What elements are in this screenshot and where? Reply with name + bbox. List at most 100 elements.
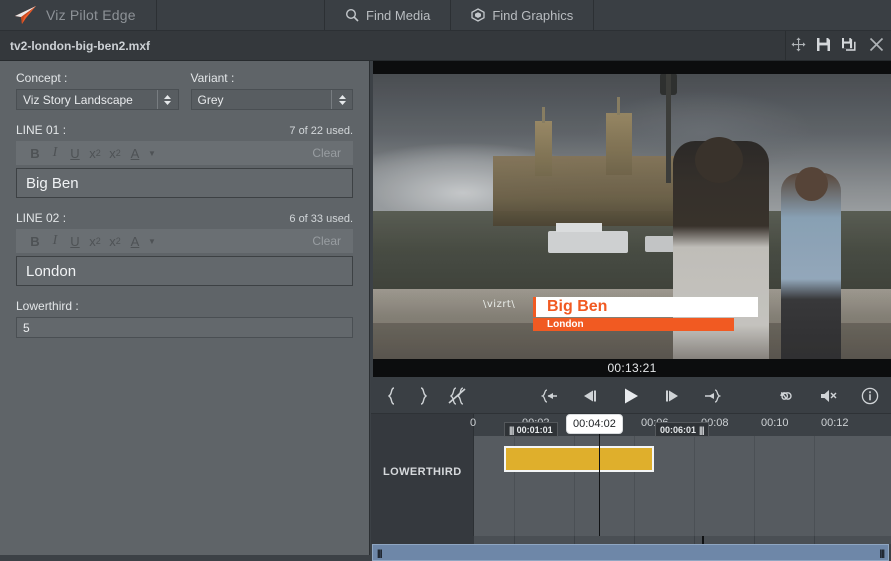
chevron-updown-icon[interactable] (331, 90, 352, 109)
scroll-playhead-marker (702, 536, 704, 544)
chevron-updown-icon[interactable] (156, 90, 178, 109)
italic-button[interactable]: I (45, 141, 65, 165)
marker-grip: ||| (509, 424, 514, 435)
concept-variant-row: Concept : Viz Story Landscape Variant : (16, 71, 353, 110)
text-color-button[interactable]: A (125, 141, 145, 165)
variant-field-group: Variant : Grey (190, 71, 353, 110)
step-forward-button[interactable] (663, 389, 681, 403)
ruler-tick: 0 (470, 417, 477, 429)
save-as-button[interactable] (836, 31, 861, 61)
line02-format-toolbar: B I U x2 x2 A ▼ Clear (16, 229, 353, 253)
close-button[interactable] (861, 31, 891, 61)
lower-third-title-bar: Big Ben (533, 297, 758, 317)
play-button[interactable] (621, 387, 641, 405)
go-to-out-point-button[interactable] (703, 388, 721, 403)
line02-value: London (26, 262, 77, 280)
timeline-gridline (694, 436, 695, 536)
timeline-horizontal-scrollbar[interactable]: ||| ||| (372, 544, 889, 561)
info-circle-icon (861, 387, 879, 404)
chevron-down-icon[interactable]: ▼ (145, 229, 159, 253)
variant-select[interactable]: Grey (190, 89, 353, 110)
timeline-gridline (754, 436, 755, 536)
line02-input[interactable]: London (16, 256, 353, 286)
clip-in-marker[interactable]: ||| 00:01:01 (504, 422, 558, 437)
cube-icon (471, 8, 485, 22)
document-bar: tv2-london-big-ben2.mxf (0, 31, 891, 61)
jump-to-in-icon (541, 388, 557, 403)
concept-select[interactable]: Viz Story Landscape (16, 89, 179, 110)
close-x-icon (869, 37, 884, 55)
concept-value: Viz Story Landscape (23, 92, 133, 107)
line01-label: LINE 01 : (16, 123, 67, 137)
info-button[interactable] (861, 387, 879, 405)
line01-input[interactable]: Big Ben (16, 168, 353, 198)
underline-button[interactable]: U (65, 229, 85, 253)
timeline-clip-lowerthird[interactable] (504, 446, 654, 472)
timeline-track-header: LOWERTHIRD (371, 414, 474, 536)
window-button-group (785, 31, 891, 60)
italic-button[interactable]: I (45, 229, 65, 253)
play-icon (625, 388, 638, 403)
step-back-button[interactable] (581, 389, 599, 403)
text-color-button[interactable]: A (125, 229, 145, 253)
scrollbar-right-grip[interactable]: ||| (879, 548, 884, 558)
jump-to-out-icon (705, 388, 721, 403)
playhead-timecode: 00:04:02 (573, 418, 616, 430)
app-title: Viz Pilot Edge (46, 7, 136, 23)
floppy-save-as-icon (841, 37, 856, 55)
find-media-button[interactable]: Find Media (325, 0, 452, 30)
superscript-button[interactable]: x2 (105, 229, 125, 253)
line02-label: LINE 02 : (16, 211, 67, 225)
lower-third-subtitle: London (547, 319, 584, 330)
top-navigation-bar: Viz Pilot Edge Find Media Find Graphics (0, 0, 891, 31)
template-form-panel: Concept : Viz Story Landscape Variant : (0, 61, 370, 555)
scroll-zone-ticks (474, 536, 891, 544)
line01-counter: 7 of 22 used. (289, 125, 353, 137)
line01-value: Big Ben (26, 174, 79, 192)
search-icon (345, 8, 359, 22)
timeline-gridline (814, 436, 815, 536)
subscript-index: 2 (95, 148, 101, 158)
player-options-group (775, 377, 879, 414)
go-to-in-point-button[interactable] (541, 388, 559, 403)
clip-out-marker[interactable]: 00:06:01 ||| (655, 422, 709, 437)
scroll-zone-header-pad (371, 536, 474, 544)
loop-button[interactable] (775, 390, 797, 402)
marker-grip: ||| (699, 424, 704, 435)
save-button[interactable] (811, 31, 836, 61)
infinity-loop-icon (780, 391, 792, 400)
mute-button[interactable] (819, 388, 839, 404)
concept-label: Concept : (16, 71, 68, 85)
viz-arrow-logo-icon (15, 6, 36, 24)
subscript-button[interactable]: x2 (85, 229, 105, 253)
find-graphics-button[interactable]: Find Graphics (451, 0, 595, 30)
lower-third-title: Big Ben (547, 298, 608, 315)
speaker-muted-icon (821, 389, 837, 402)
ruler-tick: 00:10 (761, 417, 789, 429)
line01-format-toolbar: B I U x2 x2 A ▼ Clear (16, 141, 353, 165)
subscript-button[interactable]: x2 (85, 141, 105, 165)
lower-third-graphic: \vizrt\ Big Ben London (483, 297, 758, 337)
scroll-tick (814, 536, 815, 544)
move-button[interactable] (786, 31, 811, 61)
variant-label: Variant : (190, 71, 235, 85)
line02-clear-button[interactable]: Clear (312, 234, 344, 248)
superscript-button[interactable]: x2 (105, 141, 125, 165)
video-preview[interactable]: \vizrt\ Big Ben London 00:13:21 (373, 61, 891, 377)
chevron-down-icon[interactable]: ▼ (145, 141, 159, 165)
bold-button[interactable]: B (25, 229, 45, 253)
concept-field-group: Concept : Viz Story Landscape (16, 71, 179, 110)
video-letterbox-top (373, 61, 891, 74)
timeline-track-area[interactable] (474, 436, 891, 536)
lowerthird-input[interactable]: 5 (16, 317, 353, 338)
playhead-timecode-badge[interactable]: 00:04:02 (566, 414, 623, 434)
line01-clear-button[interactable]: Clear (312, 146, 344, 160)
scroll-tick (574, 536, 575, 544)
bold-button[interactable]: B (25, 141, 45, 165)
scrollbar-left-grip[interactable]: ||| (377, 548, 382, 558)
underline-button[interactable]: U (65, 141, 85, 165)
scroll-tick (754, 536, 755, 544)
playhead-line[interactable] (599, 436, 600, 536)
vizrt-logo-text: \vizrt\ (483, 299, 516, 310)
line02-counter: 6 of 33 used. (289, 213, 353, 225)
